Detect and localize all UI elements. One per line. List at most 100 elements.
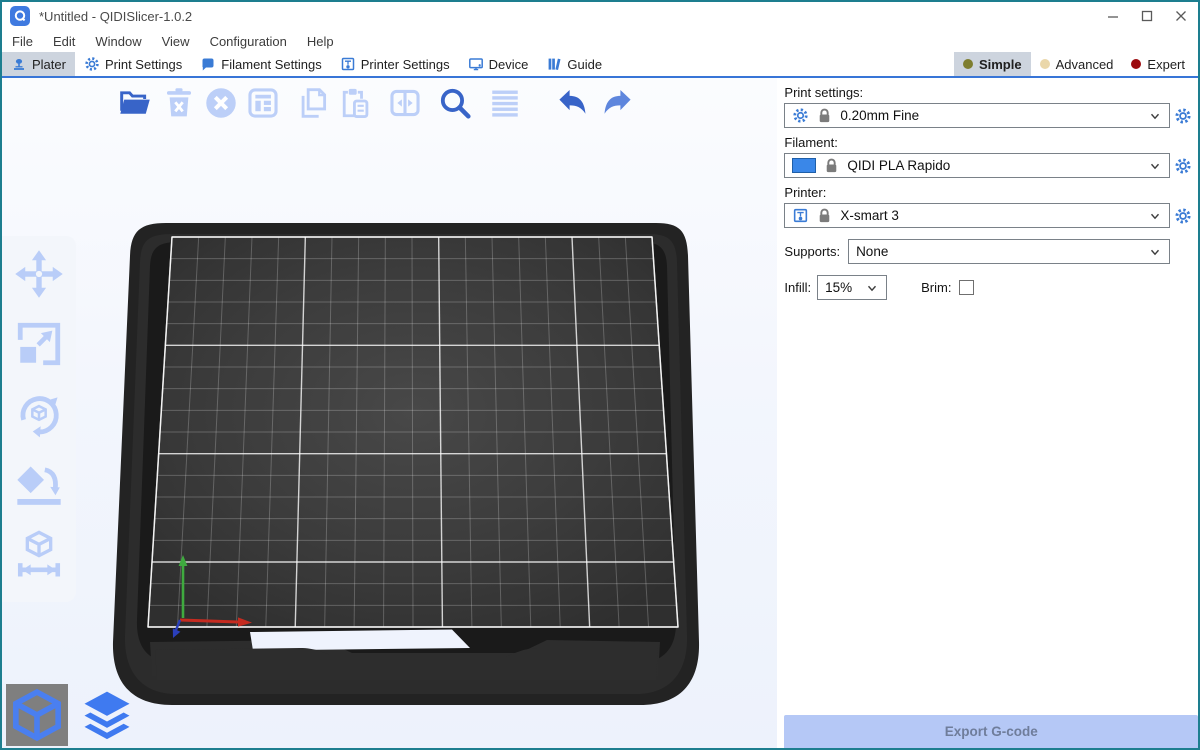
tab-print-settings[interactable]: Print Settings (75, 52, 191, 76)
menu-view[interactable]: View (152, 30, 200, 52)
preview-view-button[interactable] (76, 684, 138, 746)
tab-filament-settings[interactable]: Filament Settings (191, 52, 330, 76)
redo-button[interactable] (598, 84, 636, 122)
chevron-down-icon (1148, 245, 1162, 259)
rotate-tool[interactable] (13, 386, 65, 442)
printer-edit-button[interactable] (1170, 207, 1196, 225)
filament-icon (200, 56, 216, 72)
arrange-button[interactable] (244, 84, 282, 122)
cube-icon (10, 688, 64, 742)
tab-label: Guide (567, 57, 602, 72)
menu-edit[interactable]: Edit (43, 30, 85, 52)
tab-label: Device (489, 57, 529, 72)
mode-label: Simple (979, 57, 1022, 72)
mode-selector: Simple Advanced Expert (954, 52, 1198, 76)
3d-editor-view-button[interactable] (6, 684, 68, 746)
print-settings-dropdown[interactable]: 0.20mm Fine (784, 103, 1170, 128)
gear-icon (1174, 207, 1192, 225)
gear-icon (84, 56, 100, 72)
menu-file[interactable]: File (2, 30, 43, 52)
supports-value: None (856, 244, 888, 259)
tab-label: Filament Settings (221, 57, 321, 72)
3d-viewport[interactable] (2, 78, 777, 748)
maximize-button[interactable] (1130, 2, 1164, 30)
mode-advanced[interactable]: Advanced (1031, 52, 1123, 76)
infill-dropdown[interactable]: 15% (817, 275, 887, 300)
tab-label: Print Settings (105, 57, 182, 72)
measure-tool[interactable] (13, 526, 65, 582)
split-icon (388, 86, 422, 120)
tab-printer-settings[interactable]: Printer Settings (331, 52, 459, 76)
gizmo-toolbar (2, 236, 76, 602)
tab-plater[interactable]: Plater (2, 52, 75, 76)
device-icon (468, 56, 484, 72)
title-bar: *Untitled - QIDISlicer-1.0.2 (2, 2, 1198, 30)
open-button[interactable] (116, 84, 154, 122)
printer-label: Printer: (784, 185, 1198, 200)
print-settings-label: Print settings: (784, 85, 1198, 100)
print-settings-edit-button[interactable] (1170, 107, 1196, 125)
move-tool[interactable] (13, 246, 65, 302)
scale-tool[interactable] (13, 316, 65, 372)
paste-button[interactable] (336, 84, 374, 122)
filament-edit-button[interactable] (1170, 157, 1196, 175)
menu-help[interactable]: Help (297, 30, 344, 52)
paste-icon (338, 86, 372, 120)
split-button[interactable] (386, 84, 424, 122)
menu-bar: File Edit Window View Configuration Help (2, 30, 1198, 52)
app-window: *Untitled - QIDISlicer-1.0.2 File Edit W… (0, 0, 1200, 750)
supports-dropdown[interactable]: None (848, 239, 1170, 264)
minimize-button[interactable] (1096, 2, 1130, 30)
delete-all-button[interactable] (202, 84, 240, 122)
expert-dot-icon (1131, 59, 1141, 69)
place-on-face-tool[interactable] (13, 456, 65, 512)
search-icon (438, 86, 472, 120)
tab-guide[interactable]: Guide (537, 52, 611, 76)
arrange-icon (246, 86, 280, 120)
tab-label: Plater (32, 57, 66, 72)
measure-icon (14, 528, 64, 580)
mode-label: Advanced (1056, 57, 1114, 72)
delete-button[interactable] (160, 84, 198, 122)
tab-label: Printer Settings (361, 57, 450, 72)
chevron-down-icon (1148, 159, 1162, 173)
variable-layer-height-button[interactable] (486, 84, 524, 122)
lock-icon (816, 207, 833, 224)
settings-panel: Print settings: 0.20mm Fine Filament: QI… (777, 78, 1198, 748)
printer-icon (340, 56, 356, 72)
app-logo-icon (10, 6, 30, 26)
printer-dropdown[interactable]: X-smart 3 (784, 203, 1170, 228)
mode-label: Expert (1147, 57, 1185, 72)
infill-label: Infill: (784, 280, 811, 295)
mode-simple[interactable]: Simple (954, 52, 1031, 76)
chevron-down-icon (1148, 209, 1162, 223)
printer-value: X-smart 3 (840, 208, 899, 223)
tab-device[interactable]: Device (459, 52, 538, 76)
print-settings-value: 0.20mm Fine (840, 108, 919, 123)
simple-dot-icon (963, 59, 973, 69)
close-button[interactable] (1164, 2, 1198, 30)
infill-value: 15% (825, 280, 852, 295)
view-switch (6, 684, 138, 746)
menu-window[interactable]: Window (85, 30, 151, 52)
mode-expert[interactable]: Expert (1122, 52, 1194, 76)
search-button[interactable] (436, 84, 474, 122)
trash-icon (162, 86, 196, 120)
rotate-icon (14, 388, 64, 440)
brim-checkbox[interactable] (959, 280, 974, 295)
undo-button[interactable] (554, 84, 592, 122)
advanced-dot-icon (1040, 59, 1050, 69)
copy-button[interactable] (294, 84, 332, 122)
gear-icon (792, 107, 809, 124)
printer-icon (792, 207, 809, 224)
menu-configuration[interactable]: Configuration (200, 30, 297, 52)
tab-bar: Plater Print Settings Filament Settings … (2, 52, 1198, 78)
gear-icon (1174, 107, 1192, 125)
export-gcode-button[interactable]: Export G-code (784, 715, 1198, 748)
move-icon (14, 248, 64, 300)
filament-dropdown[interactable]: QIDI PLA Rapido (784, 153, 1170, 178)
chevron-down-icon (1148, 109, 1162, 123)
print-bed (100, 212, 710, 712)
filament-value: QIDI PLA Rapido (847, 158, 950, 173)
layers-list-icon (488, 86, 522, 120)
